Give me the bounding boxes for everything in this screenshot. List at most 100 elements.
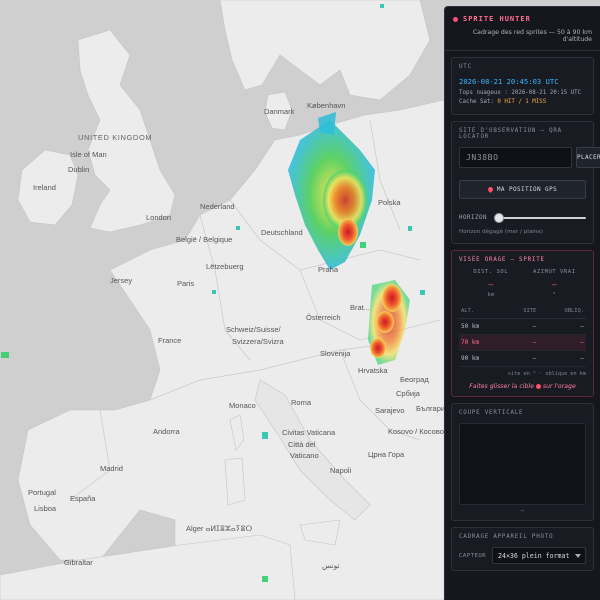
- storm-aim-card: VISÉE ORAGE — SPRITE DIST. SOL — km AZIM…: [451, 250, 594, 397]
- vertical-section-card: COUPE VERTICALE —: [451, 403, 594, 521]
- table-row-selected[interactable]: 70 km — —: [459, 334, 586, 351]
- label-espana: España: [70, 494, 96, 503]
- label-roma: Roma: [291, 398, 312, 407]
- label-napoli: Napoli: [330, 466, 352, 475]
- label-gibraltar: Gibraltar: [64, 558, 93, 567]
- gps-button-label: MA POSITION GPS: [496, 186, 558, 193]
- label-belgie: België / Belgique: [176, 235, 233, 244]
- label-jersey: Jersey: [110, 276, 133, 285]
- panel-header: SPRITE HUNTER Cadrage des red sprites — …: [445, 7, 600, 51]
- label-schweiz: Schweiz/Suisse/: [226, 325, 281, 334]
- drag-hint-text-a: Faites glisser la cible: [469, 383, 534, 390]
- app-subtitle: Cadrage des red sprites — 50 à 90 km d'a…: [472, 29, 592, 43]
- true-azimuth-value: —: [551, 280, 557, 289]
- label-slovenija: Slovenija: [320, 349, 351, 358]
- horizon-slider-track[interactable]: [496, 217, 586, 219]
- utc-section-title: UTC: [459, 64, 472, 70]
- label-andorra: Andorra: [153, 427, 180, 436]
- label-polska: Polska: [378, 198, 401, 207]
- row-oblique: —: [538, 318, 586, 335]
- table-units-note: site en ° · oblique en km: [507, 371, 586, 377]
- col-altitude: ALT.: [459, 304, 504, 319]
- row-oblique: —: [538, 334, 586, 351]
- label-nederland: Nederland: [200, 202, 235, 211]
- label-lisboa: Lisboa: [34, 504, 57, 513]
- label-portugal: Portugal: [28, 488, 56, 497]
- status-dot-icon: [453, 16, 458, 22]
- row-site: —: [503, 334, 539, 351]
- label-france: France: [158, 336, 182, 345]
- col-oblique: OBLIQ.: [538, 304, 586, 319]
- table-header-row: ALT. SITE OBLIQ.: [459, 304, 586, 319]
- label-london: London: [146, 213, 172, 222]
- label-sarajevo: Sarajevo: [375, 406, 405, 415]
- utc-card: UTC 2026-08-21 20:45:03 UTC Tops nuageux…: [451, 57, 594, 115]
- coupe-section-title: COUPE VERTICALE: [459, 410, 524, 416]
- label-kosovo: Kosovo / Косово: [388, 427, 444, 436]
- label-kobenhavn: København: [307, 101, 346, 110]
- label-citta: Città del: [288, 440, 316, 449]
- label-beograd: Београд: [400, 375, 429, 384]
- site-section-title: SITE D'OBSERVATION — QRA LOCATOR: [459, 128, 562, 140]
- camera-section-title: CADRAGE APPAREIL PHOTO: [459, 534, 554, 540]
- label-madrid: Madrid: [100, 464, 123, 473]
- ground-distance-unit: km: [487, 292, 495, 298]
- cache-value: 0 HIT / 1 MISS: [497, 99, 547, 105]
- horizon-label: HORIZON: [459, 215, 487, 221]
- horizon-hint: Horizon dégagé (mer / plaine): [459, 229, 543, 235]
- gps-position-button[interactable]: MA POSITION GPS: [459, 180, 586, 199]
- ground-distance-label: DIST. SOL: [473, 269, 509, 275]
- row-site: —: [503, 350, 539, 367]
- label-danmark: Danmark: [264, 107, 295, 116]
- label-isle-of-man: Isle of Man: [70, 150, 107, 159]
- table-row[interactable]: 50 km — —: [459, 318, 586, 335]
- label-bratislava: Brat...: [350, 303, 371, 312]
- vertical-section-chart: [459, 423, 586, 505]
- sprite-hunter-panel: SPRITE HUNTER Cadrage des red sprites — …: [444, 6, 600, 600]
- qra-locator-input[interactable]: [459, 147, 572, 168]
- cache-label: Cache Sat:: [459, 99, 498, 105]
- label-paris: Paris: [177, 279, 195, 288]
- label-praha: Praha: [318, 265, 339, 274]
- place-button[interactable]: PLACER: [576, 147, 600, 168]
- label-tunis: تونس: [322, 561, 340, 570]
- label-monaco: Monaco: [229, 401, 256, 410]
- label-deutschland: Deutschland: [261, 228, 303, 237]
- label-uk: UNITED KINGDOM: [78, 133, 153, 142]
- label-ireland: Ireland: [33, 183, 56, 192]
- camera-framing-card: CADRAGE APPAREIL PHOTO CAPTEUR 24×36 ple…: [451, 527, 594, 571]
- label-crnagora: Црна Гора: [368, 450, 405, 459]
- target-dot-icon: [535, 383, 541, 389]
- table-row[interactable]: 90 km — —: [459, 350, 586, 367]
- row-oblique: —: [538, 350, 586, 367]
- label-letzebuerg: Lëtzebuerg: [206, 262, 244, 271]
- col-site: SITE: [503, 304, 539, 319]
- app-title: SPRITE HUNTER: [463, 15, 531, 23]
- aim-section-title: VISÉE ORAGE — SPRITE: [459, 257, 545, 263]
- utc-clock: 2026-08-21 20:45:03 UTC: [459, 77, 559, 86]
- label-srbija: Србија: [396, 389, 420, 398]
- site-card: SITE D'OBSERVATION — QRA LOCATOR PLACER …: [451, 121, 600, 244]
- horizon-slider[interactable]: [493, 213, 586, 223]
- label-svizzera: Svizzera/Svizra: [232, 337, 284, 346]
- label-civitas: Civitas Vaticana: [282, 428, 336, 437]
- true-azimuth-label: AZIMUT VRAI: [532, 269, 576, 275]
- label-osterreich: Österreich: [306, 313, 341, 322]
- drag-hint-text-b: sur l'orage: [542, 383, 576, 390]
- sensor-label: CAPTEUR: [459, 552, 487, 559]
- ground-distance-value: —: [488, 280, 494, 289]
- label-algerie: Alger ⴰⵍⵊⴻⵣⴰⵢⴻⵔ: [186, 524, 253, 533]
- vertical-section-placeholder: —: [520, 507, 525, 514]
- cache-status: Cache Sat: 0 HIT / 1 MISS: [459, 99, 586, 105]
- row-altitude: 50 km: [459, 318, 504, 335]
- sensor-select[interactable]: 24×36 plein format: [492, 547, 586, 564]
- horizon-slider-handle[interactable]: [493, 213, 504, 223]
- true-azimuth-unit: °: [552, 292, 556, 298]
- sensor-selected-value: 24×36 plein format: [498, 551, 570, 560]
- label-hrvatska: Hrvatska: [358, 366, 388, 375]
- drag-target-hint: Faites glisser la cible sur l'orage: [459, 383, 586, 390]
- label-vaticano: Vaticano: [290, 451, 319, 460]
- row-altitude: 70 km: [459, 334, 504, 351]
- altitude-table: ALT. SITE OBLIQ. 50 km — — 70 km — — 90 …: [459, 304, 586, 367]
- map-pin-icon: [486, 185, 494, 194]
